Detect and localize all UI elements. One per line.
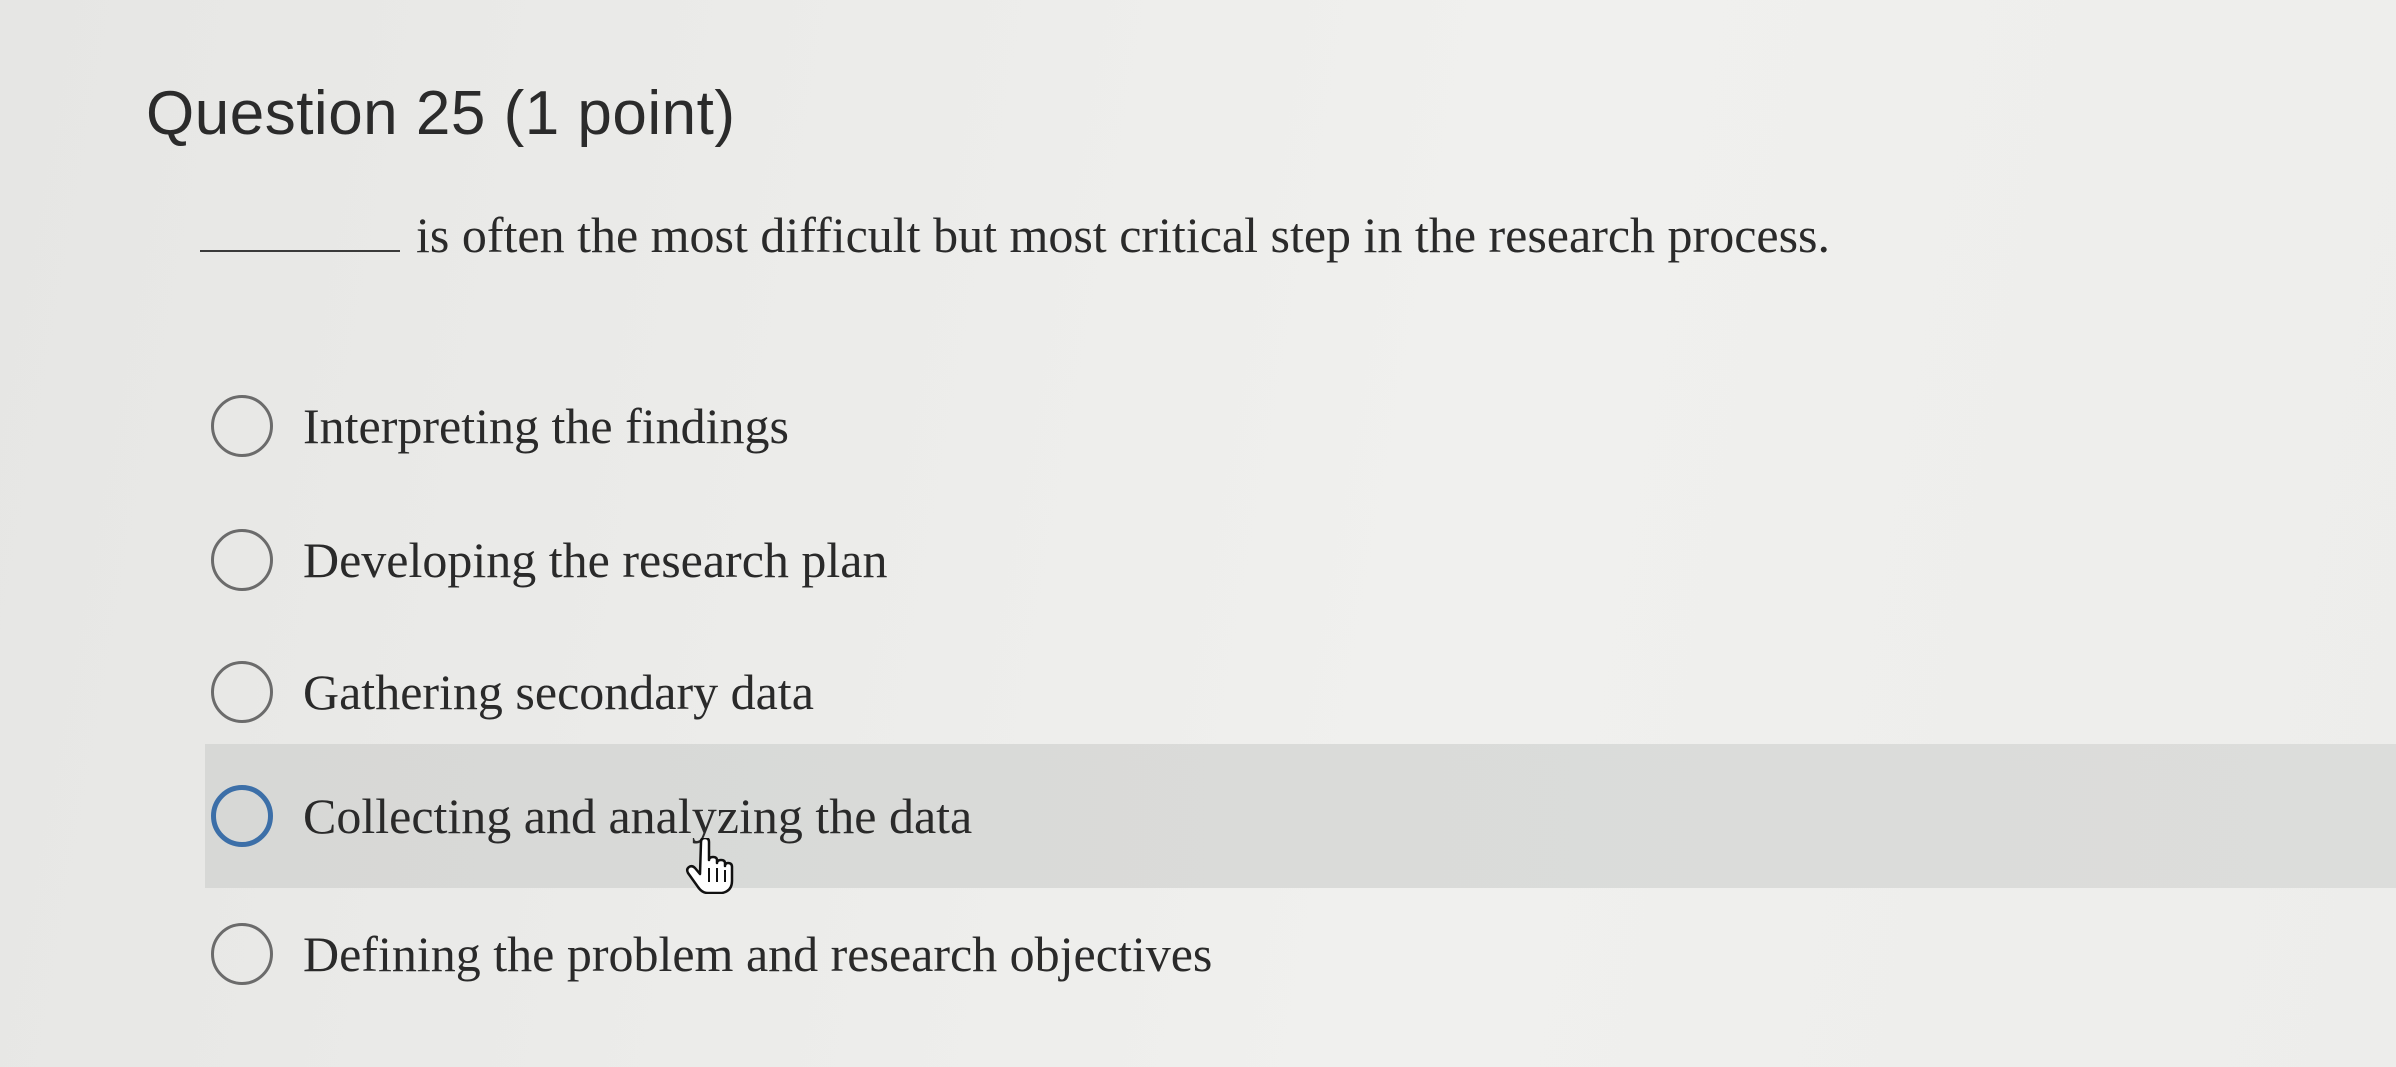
- option-label: Developing the research plan: [303, 532, 888, 588]
- option-developing-research-plan[interactable]: Developing the research plan: [205, 494, 2396, 626]
- radio-button[interactable]: [211, 785, 273, 847]
- answer-options: Interpreting the findings Developing the…: [0, 0, 2396, 1067]
- option-label: Gathering secondary data: [303, 664, 814, 720]
- radio-button[interactable]: [211, 661, 273, 723]
- hand-pointer-icon: [685, 838, 734, 894]
- radio-button[interactable]: [211, 529, 273, 591]
- radio-button[interactable]: [211, 395, 273, 457]
- option-label: Interpreting the findings: [303, 398, 789, 454]
- radio-button[interactable]: [211, 923, 273, 985]
- option-label: Collecting and analyzing the data: [303, 788, 973, 844]
- option-collecting-analyzing-data[interactable]: Collecting and analyzing the data: [205, 744, 2396, 888]
- option-gathering-secondary-data[interactable]: Gathering secondary data: [205, 626, 2396, 758]
- option-interpreting-findings[interactable]: Interpreting the findings: [205, 360, 2396, 492]
- option-label: Defining the problem and research object…: [303, 926, 1213, 982]
- option-defining-problem-objectives[interactable]: Defining the problem and research object…: [205, 888, 2396, 1020]
